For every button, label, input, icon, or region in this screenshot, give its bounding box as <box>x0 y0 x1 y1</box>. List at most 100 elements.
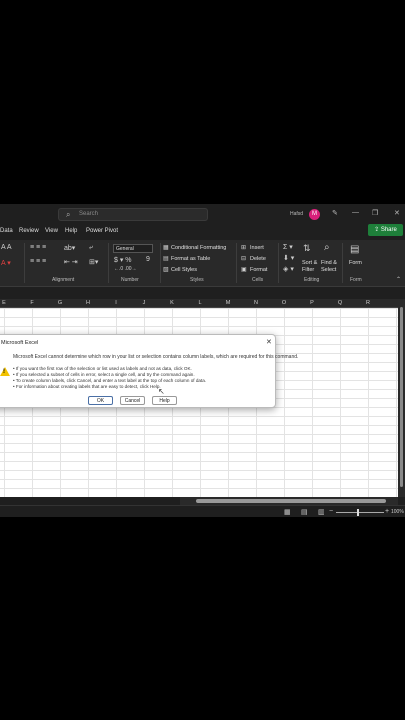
page-break-icon[interactable]: ▥ <box>318 508 325 516</box>
align-left-icon[interactable]: ≡ ≡ ≡ <box>30 258 46 265</box>
screen: ⌕ Search Hafsd M ✎ — ❐ ✕ Data Review Vie… <box>0 0 405 720</box>
conditional-formatting-icon: ▦ <box>163 245 169 251</box>
column-header[interactable]: R <box>354 300 382 306</box>
font-color-icon[interactable]: A ▾ <box>1 259 11 267</box>
status-bar: ▦ ▤ ▥ − + 100% <box>0 505 405 517</box>
column-header[interactable]: H <box>74 300 102 306</box>
vertical-scrollbar[interactable] <box>398 299 405 497</box>
zoom-out-icon[interactable]: − <box>329 508 333 515</box>
column-header[interactable]: K <box>158 300 186 306</box>
tab-data[interactable]: Data <box>0 228 13 234</box>
normal-view-icon[interactable]: ▦ <box>284 508 291 516</box>
column-header[interactable]: J <box>130 300 158 306</box>
separator <box>160 243 161 283</box>
dialog-message: Microsoft Excel cannot determine which r… <box>13 354 299 360</box>
format-as-table-button[interactable]: Format as Table <box>171 256 210 262</box>
merge-icon[interactable]: ⊞▾ <box>89 258 98 266</box>
search-input[interactable]: ⌕ Search <box>58 208 208 221</box>
delete-icon: ⊟ <box>241 256 247 262</box>
form-button[interactable]: Form <box>349 260 362 266</box>
pen-icon[interactable]: ✎ <box>332 209 338 217</box>
column-header[interactable]: G <box>46 300 74 306</box>
font-size-icon[interactable]: A A <box>1 244 12 251</box>
sort-filter-button[interactable]: Sort & <box>302 260 317 266</box>
zoom-slider[interactable] <box>336 512 384 513</box>
vertical-scroll-thumb[interactable] <box>400 307 403 487</box>
warning-icon <box>0 367 10 376</box>
page-layout-icon[interactable]: ▤ <box>301 508 308 516</box>
formula-bar <box>0 287 405 299</box>
indent-icon[interactable]: ⇤ ⇥ <box>64 258 78 266</box>
group-label-number: Number <box>121 277 139 283</box>
dialog-close-button[interactable]: ✕ <box>266 338 272 346</box>
user-name: Hafsd <box>290 211 304 217</box>
column-header[interactable]: N <box>242 300 270 306</box>
wrap-text-icon[interactable]: ⤶ <box>89 244 93 252</box>
cell-styles-icon: ▧ <box>163 267 169 273</box>
tab-power-pivot[interactable]: Power Pivot <box>86 228 118 234</box>
number-format-select[interactable]: General <box>113 244 153 253</box>
group-label-form: Form <box>350 277 362 283</box>
dialog-title: Microsoft Excel <box>1 340 39 346</box>
delete-button[interactable]: Delete <box>250 256 266 262</box>
number-format-value: General <box>116 246 134 252</box>
clear-icon[interactable]: ◈ ▾ <box>283 265 294 273</box>
zoom-in-icon[interactable]: + <box>385 508 389 515</box>
share-button[interactable]: ⇪ Share <box>368 224 403 236</box>
fill-icon[interactable]: ⬇ ▾ <box>283 254 294 262</box>
sort-filter-button-line2[interactable]: Filter <box>302 267 314 273</box>
share-label: Share <box>380 227 397 233</box>
group-label-alignment: Alignment <box>52 277 75 283</box>
decimal-icon[interactable]: ←.0 .00→ <box>114 266 137 272</box>
title-bar: ⌕ Search Hafsd M ✎ — ❐ ✕ <box>0 204 405 224</box>
close-window-button[interactable]: ✕ <box>394 209 400 217</box>
column-header[interactable]: F <box>18 300 46 306</box>
column-header[interactable]: P <box>298 300 326 306</box>
avatar[interactable]: M <box>309 209 320 220</box>
conditional-formatting-button[interactable]: Conditional Formatting <box>171 245 226 251</box>
column-header[interactable]: L <box>186 300 214 306</box>
horizontal-scrollbar[interactable] <box>180 497 398 505</box>
dialog-bullet: • To create column labels, click Cancel,… <box>13 378 207 383</box>
menu-bar: Data Review View Help Power Pivot <box>0 224 405 240</box>
autosum-icon[interactable]: Σ ▾ <box>283 243 293 251</box>
sort-filter-icon: ⇅ <box>303 243 311 253</box>
find-select-button-line2[interactable]: Select <box>321 267 336 273</box>
cell-styles-button[interactable]: Cell Styles <box>171 267 197 273</box>
tab-view[interactable]: View <box>45 228 58 234</box>
group-label-styles: Styles <box>190 277 204 283</box>
zoom-level[interactable]: 100% <box>391 509 404 515</box>
separator <box>108 243 109 283</box>
tab-review[interactable]: Review <box>19 228 39 234</box>
ribbon: A A A ▾ ≡ ≡ ≡ ab▾ ≡ ≡ ≡ ⇤ ⇥ ⤶ ⊞▾ Alignme… <box>0 240 405 287</box>
insert-icon: ⊞ <box>241 245 247 251</box>
align-top-icon[interactable]: ≡ ≡ ≡ <box>30 244 46 251</box>
restore-button[interactable]: ❐ <box>372 209 378 217</box>
currency-icon[interactable]: $ ▾ % <box>114 256 132 264</box>
zoom-slider-handle[interactable] <box>357 509 359 516</box>
find-select-button[interactable]: Find & <box>321 260 337 266</box>
orientation-icon[interactable]: ab▾ <box>64 244 75 252</box>
tab-help[interactable]: Help <box>65 228 77 234</box>
column-header[interactable]: E <box>0 300 18 306</box>
column-header-row: E F G H I J K L M N O P Q R <box>0 299 398 308</box>
ok-button[interactable]: OK <box>88 396 113 405</box>
format-button[interactable]: Format <box>250 267 267 273</box>
find-icon: ⌕ <box>324 242 330 253</box>
cancel-button[interactable]: Cancel <box>120 396 145 405</box>
column-header[interactable]: Q <box>326 300 354 306</box>
insert-button[interactable]: Insert <box>250 245 264 251</box>
help-button[interactable]: Help <box>152 396 177 405</box>
format-icon: ▣ <box>241 267 247 273</box>
column-header[interactable]: I <box>102 300 130 306</box>
search-placeholder: Search <box>79 211 99 217</box>
horizontal-scroll-thumb[interactable] <box>196 499 386 503</box>
minimize-button[interactable]: — <box>352 209 359 216</box>
separator <box>278 243 279 283</box>
dialog-bullet: • For information about creating labels … <box>13 384 161 389</box>
column-header[interactable]: O <box>270 300 298 306</box>
separator <box>342 243 343 283</box>
comma-style-icon[interactable]: 9 <box>146 256 150 263</box>
column-header[interactable]: M <box>214 300 242 306</box>
collapse-ribbon-icon[interactable]: ⌃ <box>396 276 401 283</box>
